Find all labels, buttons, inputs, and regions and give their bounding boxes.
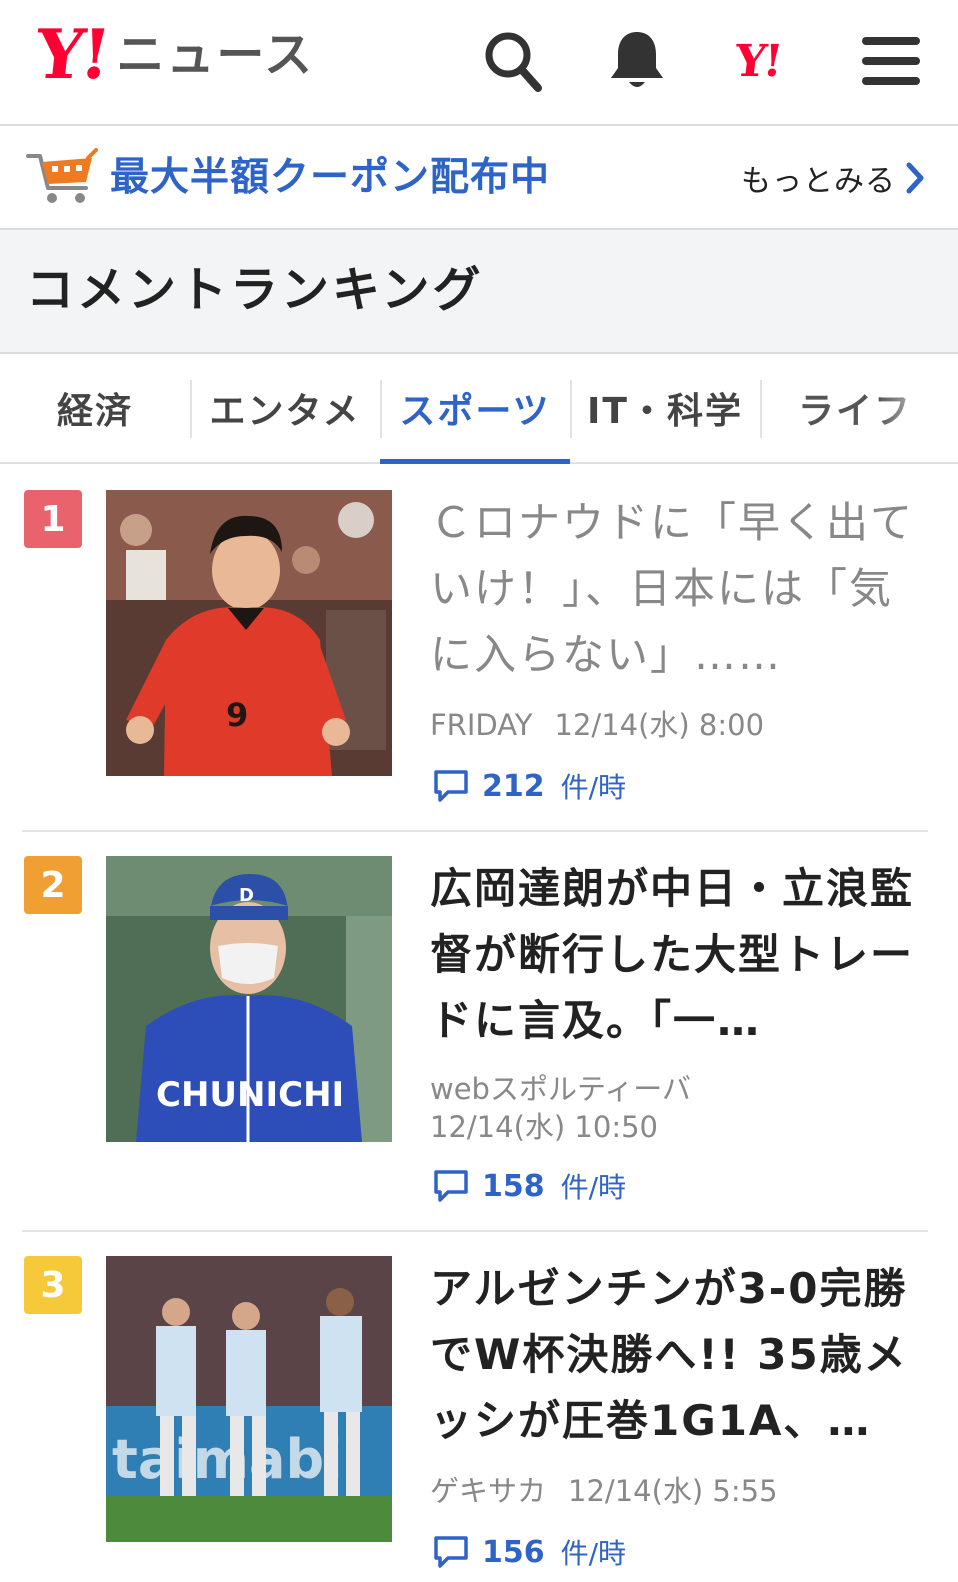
app-header: Y! ニュース Y! xyxy=(0,0,958,126)
yahoo-news-logo[interactable]: Y! ニュース xyxy=(32,15,315,95)
article-meta: FRIDAY 12/14(水) 8:00 xyxy=(430,706,910,744)
coupon-banner[interactable]: 最大半額クーポン配布中 もっとみる xyxy=(0,126,958,230)
comment-icon xyxy=(434,770,468,802)
chevron-right-icon xyxy=(906,162,924,194)
article-source: webスポルティーバ xyxy=(430,1072,691,1106)
article-meta: webスポルティーバ 12/14(水) 10:50 xyxy=(430,1070,910,1146)
menu-icon[interactable] xyxy=(856,26,926,96)
comment-number: 158 xyxy=(482,1168,545,1204)
article-headline[interactable]: Ｃロナウドに「早く出ていけ！」、日本には「気に入らない」…… xyxy=(430,490,930,688)
more-link[interactable]: もっとみる xyxy=(741,156,926,200)
tab-entertainment[interactable]: エンタメ xyxy=(190,354,380,462)
tab-life[interactable]: ライフ xyxy=(760,354,950,462)
section-header: コメントランキング xyxy=(0,230,958,354)
ranking-item[interactable]: 2 D CHUNICHI 広岡達朗が中日・立浪監督が断行した大型トレードに言及。… xyxy=(0,856,958,1232)
article-thumbnail: 9 xyxy=(106,490,392,776)
article-source: ゲキサカ xyxy=(430,1474,547,1508)
svg-text:taimabi: taimabi xyxy=(112,1428,343,1491)
bell-icon[interactable] xyxy=(602,26,672,96)
logo-mark: Y! xyxy=(31,15,111,95)
divider xyxy=(22,830,928,832)
divider xyxy=(22,1230,928,1232)
tab-it-science[interactable]: IT・科学 xyxy=(570,354,760,462)
section-title: コメントランキング xyxy=(26,262,484,318)
comment-number: 156 xyxy=(482,1534,545,1570)
comment-count: 212 件/時 xyxy=(432,766,626,806)
comment-unit: 件/時 xyxy=(560,1537,627,1570)
article-headline[interactable]: アルゼンチンが3-0完勝でW杯決勝へ!! 35歳メッシが圧巻1G1A、… xyxy=(430,1256,930,1454)
ranking-item[interactable]: 3 taimabi アルゼンチンが3-0完勝でW杯決勝へ!! 35歳メッシが圧巻… xyxy=(0,1256,958,1582)
search-icon[interactable] xyxy=(478,26,548,96)
rank-badge: 1 xyxy=(24,490,82,548)
comment-icon xyxy=(434,1536,468,1568)
logo-text: ニュース xyxy=(116,27,315,83)
comment-count: 156 件/時 xyxy=(432,1532,626,1572)
comment-count: 158 件/時 xyxy=(432,1166,626,1206)
cart-icon xyxy=(26,148,98,203)
comment-icon xyxy=(434,1170,468,1202)
svg-text:CHUNICHI: CHUNICHI xyxy=(156,1075,344,1115)
article-date: 12/14(水) 10:50 xyxy=(430,1110,658,1144)
article-thumbnail: taimabi xyxy=(106,1256,392,1542)
article-thumbnail: D CHUNICHI xyxy=(106,856,392,1142)
rank-badge: 2 xyxy=(24,856,82,914)
coupon-text: 最大半額クーポン配布中 xyxy=(110,155,551,200)
tab-sports[interactable]: スポーツ xyxy=(380,354,570,464)
category-tabs: 経済 エンタメ スポーツ IT・科学 ライフ xyxy=(0,354,958,464)
yahoo-japan-mark: Y! xyxy=(731,35,783,87)
article-date: 12/14(水) 5:55 xyxy=(568,1474,778,1508)
more-label: もっとみる xyxy=(741,164,896,199)
svg-text:D: D xyxy=(239,885,254,906)
svg-text:9: 9 xyxy=(226,696,248,734)
article-date: 12/14(水) 8:00 xyxy=(554,708,765,742)
tab-economy[interactable]: 経済 xyxy=(0,354,190,462)
comment-unit: 件/時 xyxy=(560,771,627,804)
comment-unit: 件/時 xyxy=(560,1171,627,1204)
yahoo-japan-icon[interactable]: Y! xyxy=(722,26,792,96)
comment-number: 212 xyxy=(482,768,545,804)
ranking-item[interactable]: 1 9 Ｃロナウドに「早く出ていけ！」、日本には「気に入らない」…… FRIDA… xyxy=(0,490,958,832)
article-headline[interactable]: 広岡達朗が中日・立浪監督が断行した大型トレードに言及。「一… xyxy=(430,856,930,1054)
article-meta: ゲキサカ 12/14(水) 5:55 xyxy=(430,1472,910,1510)
article-source: FRIDAY xyxy=(430,708,533,742)
rank-badge: 3 xyxy=(24,1256,82,1314)
